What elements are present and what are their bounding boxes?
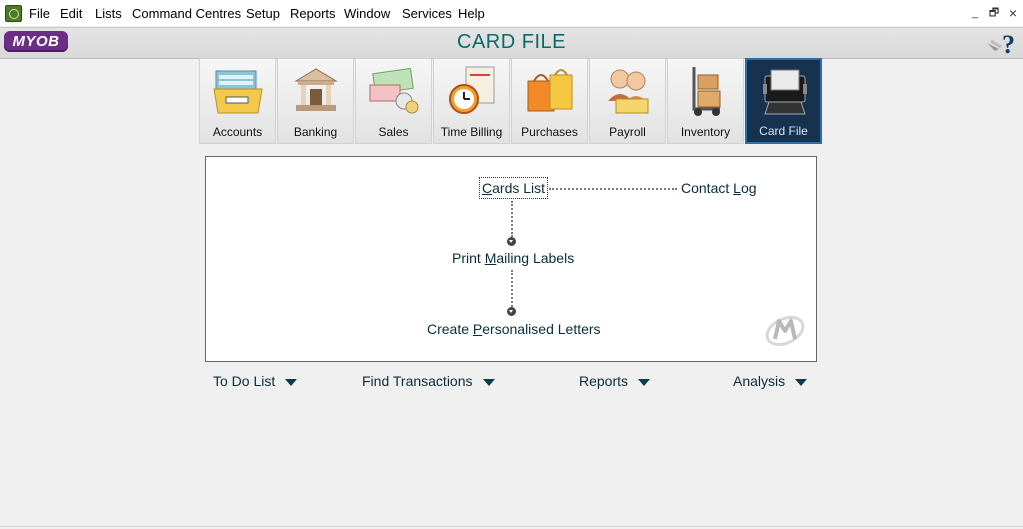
reports-dropdown[interactable]: Reports [579,373,651,389]
chevron-down-icon [795,378,808,386]
create-personalised-letters-link[interactable]: Create Personalised Letters [427,321,601,337]
toolbar-card-file-button[interactable]: Card File [745,58,822,144]
link-text: ards List [492,180,546,196]
menu-lists[interactable]: Lists [95,6,122,21]
restore-button[interactable]: 🗗 [985,5,1003,21]
page-title: CARD FILE [457,31,566,53]
link-accelerator: M [484,250,497,266]
chevron-down-icon [482,378,495,386]
dropdown-label: Reports [579,373,629,389]
menu-bar: File Edit Lists Command Centres Setup Re… [0,0,1023,26]
link-text: Create [427,321,473,337]
toolbar-sales-button[interactable]: Sales [355,58,432,144]
toolbar-label: Sales [378,125,409,139]
toolbar-label: Time Billing [440,125,503,139]
menu-services[interactable]: Services [402,6,452,21]
menu-command-centres[interactable]: Command Centres [132,6,241,21]
toolbar-label: Purchases [521,125,578,139]
toolbar-inventory-button[interactable]: Inventory [667,58,744,144]
menu-file[interactable]: File [29,6,50,21]
link-text: og [740,180,757,196]
to-do-list-dropdown[interactable]: To Do List [213,373,298,389]
link-text: Print [452,250,485,266]
menu-setup[interactable]: Setup [246,6,280,21]
toolbar-label: Card File [759,124,808,138]
link-text: Contact [681,180,734,196]
flow-arrow-icon [507,307,516,316]
dropdown-label: To Do List [213,373,276,389]
link-text: ersonalised Letters [482,321,601,337]
find-transactions-dropdown[interactable]: Find Transactions [362,373,495,389]
payroll-people-icon [608,69,649,114]
flow-arrow-icon [507,237,516,246]
toolbar-label: Payroll [609,125,646,139]
toolbar-label: Accounts [212,125,263,139]
app-icon[interactable] [5,5,22,22]
link-text: ailing Labels [496,250,575,266]
contact-log-link[interactable]: Contact Log [681,180,757,196]
myob-m-watermark-icon [765,315,805,347]
menu-edit[interactable]: Edit [60,6,82,21]
svg-text:?: ? [1002,30,1015,57]
command-centre-toolbar: Accounts Banking Sales Time Billing Purc… [199,58,825,146]
card-file-rolodex-icon [763,69,807,115]
cards-list-link[interactable]: Cards List [478,177,549,199]
inventory-trolley-icon [692,67,721,116]
toolbar-payroll-button[interactable]: Payroll [589,58,666,144]
analysis-dropdown[interactable]: Analysis [733,373,808,389]
toolbar-time-billing-button[interactable]: Time Billing [433,58,510,144]
link-accelerator: C [482,180,493,196]
chevron-down-icon [638,378,651,386]
menu-window[interactable]: Window [344,6,390,21]
minimize-button[interactable]: _ [966,5,984,21]
dropdown-label: Find Transactions [362,373,473,389]
connector-line [549,188,677,190]
bank-building-icon [294,68,338,111]
connector-line [511,270,513,307]
connector-line [511,201,513,237]
link-accelerator: P [472,321,483,337]
window-bottom-border [0,526,1023,527]
accounts-folder-icon [213,70,263,114]
toolbar-banking-button[interactable]: Banking [277,58,354,144]
toolbar-purchases-button[interactable]: Purchases [511,58,588,144]
close-button[interactable]: × [1004,5,1022,21]
dropdown-label: Analysis [733,373,786,389]
link-accelerator: L [733,180,741,196]
menu-help[interactable]: Help [458,6,485,21]
sales-money-icon [369,67,419,114]
menu-reports[interactable]: Reports [290,6,336,21]
chevron-down-icon [285,378,298,386]
print-mailing-labels-link[interactable]: Print Mailing Labels [452,250,574,266]
toolbar-accounts-button[interactable]: Accounts [199,58,276,144]
toolbar-label: Banking [293,125,338,139]
purchases-bags-icon [527,69,573,112]
time-billing-clock-icon [449,66,495,114]
toolbar-label: Inventory [680,125,731,139]
title-bar: MYOB CARD FILE ? [0,27,1023,59]
card-file-flow-panel: Cards List Contact Log Print Mailing Lab… [205,156,817,362]
help-question-icon[interactable]: ? [985,29,1017,57]
